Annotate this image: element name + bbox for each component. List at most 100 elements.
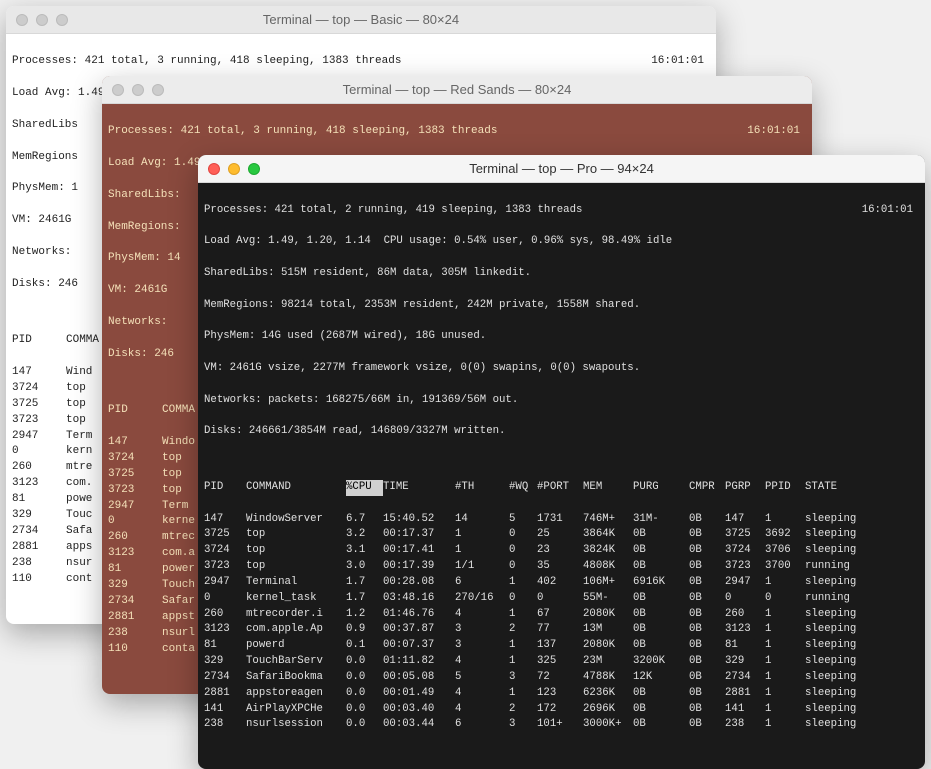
cell-th: 5 [455, 670, 509, 686]
minimize-icon[interactable] [228, 163, 240, 175]
cell-pid: 110 [12, 572, 66, 588]
cell-cmpr: 0B [689, 607, 725, 623]
cell-th: 4 [455, 654, 509, 670]
cell-ppid: 1 [765, 512, 805, 528]
cell-pid: 2734 [12, 524, 66, 540]
cell-cmpr: 0B [689, 654, 725, 670]
cell-th: 1 [455, 527, 509, 543]
col-pid: PID [108, 403, 162, 419]
minimize-icon[interactable] [132, 84, 144, 96]
cell-ppid: 1 [765, 654, 805, 670]
cell-state: sleeping [805, 512, 875, 528]
cell-pid: 2734 [204, 670, 246, 686]
maximize-icon[interactable] [152, 84, 164, 96]
cell-time: 01:46.76 [383, 607, 455, 623]
traffic-lights [112, 84, 164, 96]
cell-time: 00:17.41 [383, 543, 455, 559]
titlebar[interactable]: Terminal — top — Pro — 94×24 [198, 155, 925, 183]
cell-purg: 3200K [633, 654, 689, 670]
cell-cpu: 1.7 [346, 575, 383, 591]
col-mem: MEM [583, 480, 633, 496]
cell-command: kernel_task [246, 591, 346, 607]
terminal-content[interactable]: Processes: 421 total, 2 running, 419 sle… [198, 183, 925, 769]
cell-state: running [805, 591, 875, 607]
maximize-icon[interactable] [248, 163, 260, 175]
cell-purg: 0B [633, 559, 689, 575]
cell-time: 00:17.37 [383, 527, 455, 543]
col-pid: PID [12, 333, 66, 349]
cell-ppid: 1 [765, 607, 805, 623]
cell-cpu: 3.1 [346, 543, 383, 559]
cell-pid: 260 [12, 460, 66, 476]
table-row: 81powerd0.100:07.37311372080K0B0B811slee… [204, 638, 919, 654]
cell-mem: 4808K [583, 559, 633, 575]
cell-wq: 1 [509, 686, 537, 702]
cell-th: 1 [455, 543, 509, 559]
close-icon[interactable] [208, 163, 220, 175]
cell-pgrp: 2947 [725, 575, 765, 591]
cell-ppid: 1 [765, 670, 805, 686]
cell-state: sleeping [805, 670, 875, 686]
cell-pid: 3724 [204, 543, 246, 559]
table-row: 141AirPlayXPCHe0.000:03.40421722696K0B0B… [204, 702, 919, 718]
table-row: 2947Terminal1.700:28.0861402106M+6916K0B… [204, 575, 919, 591]
cell-mem: 746M+ [583, 512, 633, 528]
cell-pgrp: 2734 [725, 670, 765, 686]
cell-cpu: 0.0 [346, 702, 383, 718]
cell-time: 00:28.08 [383, 575, 455, 591]
col-port: #PORT [537, 480, 583, 496]
cell-port: 123 [537, 686, 583, 702]
col-cpu: %CPU [346, 480, 383, 496]
close-icon[interactable] [16, 14, 28, 26]
cell-pid: 329 [108, 578, 162, 594]
cell-ppid: 3700 [765, 559, 805, 575]
cell-cpu: 0.0 [346, 654, 383, 670]
col-command: COMMAND [246, 480, 346, 496]
cell-port: 137 [537, 638, 583, 654]
cell-pid: 238 [12, 556, 66, 572]
cell-state: sleeping [805, 527, 875, 543]
cell-cmpr: 0B [689, 527, 725, 543]
cell-pid: 3725 [204, 527, 246, 543]
cell-pgrp: 238 [725, 717, 765, 733]
stat-line: Load Avg: 1.49, 1.20, 1.14 CPU usage: 0.… [204, 234, 919, 250]
stat-line: Disks: 246661/3854M read, 146809/3327M w… [204, 424, 919, 440]
cell-pid: 260 [108, 530, 162, 546]
maximize-icon[interactable] [56, 14, 68, 26]
cell-cpu: 0.0 [346, 670, 383, 686]
table-row: 3723top3.000:17.391/10354808K0B0B3723370… [204, 559, 919, 575]
stat-line: PhysMem: 14G used (2687M wired), 18G unu… [204, 329, 919, 345]
cell-port: 67 [537, 607, 583, 623]
cell-mem: 3824K [583, 543, 633, 559]
cell-cpu: 3.2 [346, 527, 383, 543]
cell-state: sleeping [805, 543, 875, 559]
cell-purg: 0B [633, 638, 689, 654]
cell-ppid: 1 [765, 638, 805, 654]
table-row: 0kernel_task1.703:48.16270/160055M-0B0B0… [204, 591, 919, 607]
titlebar[interactable]: Terminal — top — Basic — 80×24 [6, 6, 716, 34]
close-icon[interactable] [112, 84, 124, 96]
cell-pid: 2881 [204, 686, 246, 702]
cell-time: 00:07.37 [383, 638, 455, 654]
cell-pid: 2947 [108, 499, 162, 515]
time-display: 16:01:01 [651, 54, 704, 70]
stat-line: Processes: 421 total, 3 running, 418 sle… [108, 124, 497, 140]
cell-pgrp: 81 [725, 638, 765, 654]
table-row: 329TouchBarServ0.001:11.824132523M3200K0… [204, 654, 919, 670]
cell-pid: 2947 [12, 429, 66, 445]
terminal-window-pro[interactable]: Terminal — top — Pro — 94×24 Processes: … [198, 155, 925, 769]
cell-cmpr: 0B [689, 717, 725, 733]
minimize-icon[interactable] [36, 14, 48, 26]
cell-purg: 12K [633, 670, 689, 686]
table-row: 238nsurlsession0.000:03.4463101+3000K+0B… [204, 717, 919, 733]
cell-command: powerd [246, 638, 346, 654]
cell-time: 00:03.44 [383, 717, 455, 733]
cell-purg: 0B [633, 607, 689, 623]
cell-pid: 81 [204, 638, 246, 654]
cell-state: sleeping [805, 717, 875, 733]
cell-cmpr: 0B [689, 575, 725, 591]
cell-pid: 3723 [108, 483, 162, 499]
cell-pid: 147 [108, 435, 162, 451]
cell-command: TouchBarServ [246, 654, 346, 670]
titlebar[interactable]: Terminal — top — Red Sands — 80×24 [102, 76, 812, 104]
